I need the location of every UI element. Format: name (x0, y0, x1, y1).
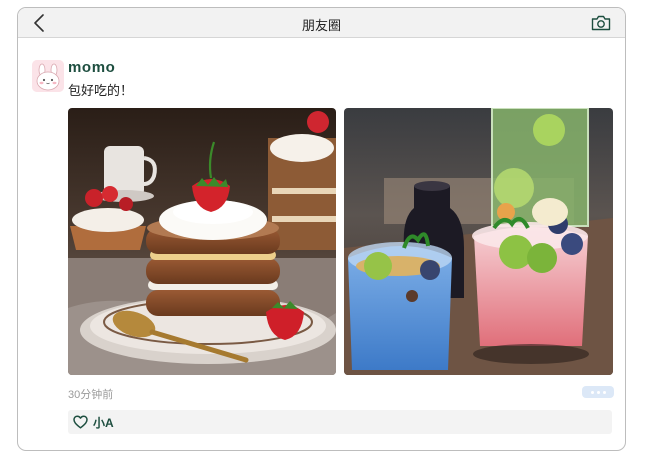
post-timestamp: 30分钟前 (68, 389, 114, 401)
dot-icon (602, 390, 606, 394)
dot-icon (596, 390, 600, 394)
moments-window: 朋友圈 momo 包好吃的！ 30分钟前 小A (17, 7, 626, 451)
camera-icon (591, 15, 611, 31)
strawberry-cake-photo (68, 108, 336, 375)
top-bar: 朋友圈 (18, 8, 625, 38)
heart-icon (73, 415, 88, 429)
avatar[interactable] (32, 60, 64, 92)
post-text: 包好吃的！ (68, 83, 134, 98)
more-actions-button[interactable] (582, 386, 614, 398)
camera-button[interactable] (590, 13, 612, 33)
photo-drinks[interactable] (344, 108, 613, 375)
photo-cake[interactable] (68, 108, 336, 375)
dot-icon (590, 390, 594, 394)
bunny-avatar-icon (32, 60, 64, 92)
fruit-drinks-photo (344, 108, 613, 375)
liker-name[interactable]: 小A (93, 414, 114, 431)
post-username[interactable]: momo (68, 59, 115, 76)
likes-box: 小A (68, 410, 612, 434)
page-title: 朋友圈 (301, 18, 341, 33)
